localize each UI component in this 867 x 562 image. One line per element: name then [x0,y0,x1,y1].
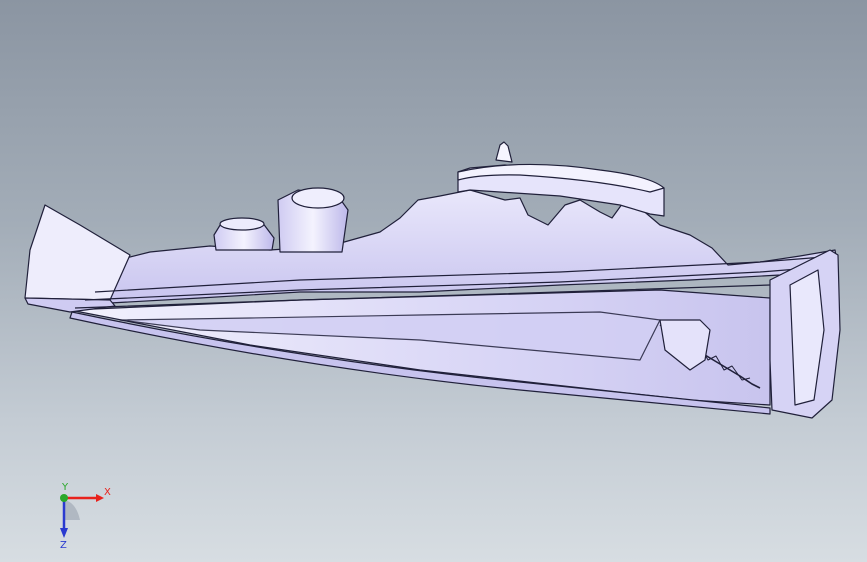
x-axis-label: X [104,487,111,498]
triad-shadow [64,500,80,520]
boss-right-top [291,187,345,209]
z-axis-label: Z [60,540,67,550]
view-orientation-triad: X Y Z [42,480,122,550]
x-arrow-head [96,494,104,502]
y-axis-dot [60,494,68,502]
cap-pin [495,141,513,163]
cad-graphics-area[interactable]: X Y Z [0,0,867,562]
y-axis-label: Y [61,482,69,493]
housing-body [24,141,841,419]
boss-left-top [219,217,265,231]
z-arrow-head [60,528,68,538]
headlamp-housing-model[interactable] [0,0,867,562]
left-flange [24,204,131,301]
